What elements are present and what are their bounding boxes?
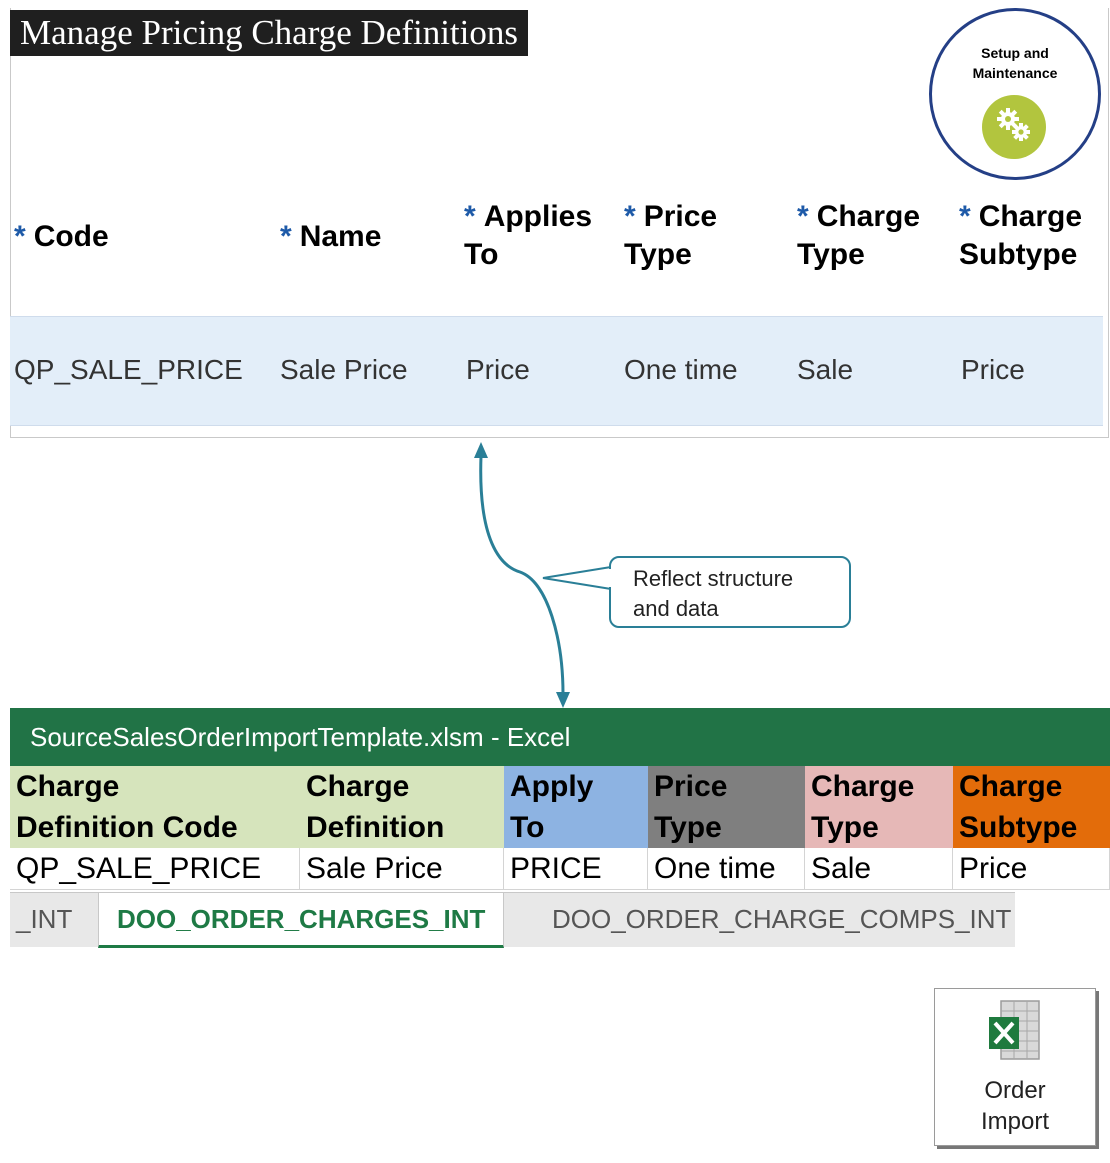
sheet-tab-doo-order-charge-comps-int[interactable]: DOO_ORDER_CHARGE_COMPS_INT — [552, 893, 1011, 945]
excel-header-price-type[interactable]: Price Type — [648, 766, 805, 848]
excel-icon — [987, 999, 1049, 1068]
excel-header-charge-subtype[interactable]: Charge Subtype — [953, 766, 1110, 848]
excel-cell-price-type[interactable]: One time — [648, 848, 805, 890]
excel-header-charge-definition[interactable]: Charge Definition — [300, 766, 504, 848]
sheet-tab-doo-order-charges-int[interactable]: DOO_ORDER_CHARGES_INT — [98, 893, 505, 948]
callout-pointer-joint — [609, 569, 613, 587]
order-import-label: Order Import — [980, 1077, 1049, 1135]
excel-cell-charge-subtype[interactable]: Price — [953, 848, 1110, 890]
sheet-tab-bar: _INT DOO_ORDER_CHARGES_INT DOO_ORDER_CHA… — [10, 892, 1015, 948]
excel-window-title: SourceSalesOrderImportTemplate.xlsm - Ex… — [30, 722, 571, 752]
sheet-tab-int[interactable]: _INT — [10, 893, 78, 945]
excel-title-bar: SourceSalesOrderImportTemplate.xlsm - Ex… — [10, 708, 1110, 766]
excel-header-charge-type[interactable]: Charge Type — [805, 766, 953, 848]
order-import-button[interactable]: Order Import — [934, 988, 1096, 1146]
excel-header-apply-to[interactable]: Apply To — [504, 766, 648, 848]
excel-cell-charge-definition-code[interactable]: QP_SALE_PRICE — [10, 848, 300, 890]
excel-cell-apply-to[interactable]: PRICE — [504, 848, 648, 890]
callout-note: Reflect structure and data — [609, 556, 851, 628]
excel-cell-charge-type[interactable]: Sale — [805, 848, 953, 890]
excel-header-charge-definition-code[interactable]: Charge Definition Code — [10, 766, 300, 848]
excel-cell-charge-definition[interactable]: Sale Price — [300, 848, 504, 890]
